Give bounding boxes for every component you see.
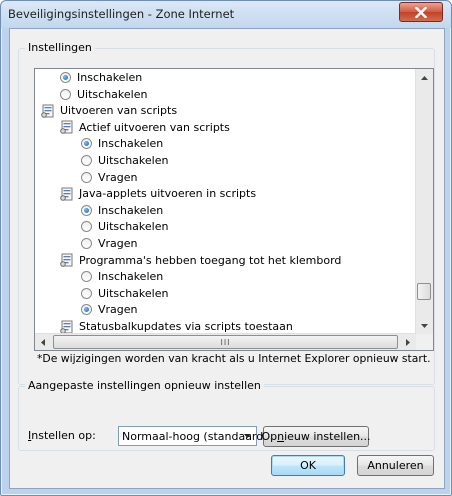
setting-option-row[interactable]: Inschakelen [81,268,163,285]
close-icon [415,6,427,18]
setting-label: Vragen [98,237,138,250]
close-button[interactable] [399,2,443,22]
setting-option-row[interactable]: Uitschakelen [81,218,168,235]
radio-unchecked[interactable] [81,155,92,166]
restart-note: *De wijzigingen worden van kracht als u … [37,352,431,365]
horizontal-scrollbar[interactable]: III [35,333,416,350]
ok-button[interactable]: OK [271,455,345,476]
radio-unchecked[interactable] [81,171,92,183]
setting-label: Inschakelen [77,71,143,84]
window-title: Beveiligingsinstellingen - Zone Internet [8,7,235,21]
scroll-left-button[interactable] [35,334,51,350]
settings-icon [41,104,54,118]
settings-icon [60,120,73,135]
setting-option-row[interactable]: Uitschakelen [81,285,168,302]
setting-category-row: Programma's hebben toegang tot het klemb… [60,252,341,269]
reset-to-label: Instellen op: [28,429,96,442]
radio-unchecked[interactable] [81,271,92,283]
scrollbar-corner [416,334,433,350]
setting-label: Programma's hebben toegang tot het klemb… [79,253,342,267]
reset-group-label: Aangepaste instellingen opnieuw instelle… [25,379,264,392]
setting-label: Java-applets uitvoeren in scripts [79,187,257,201]
setting-option-row[interactable]: Vragen [81,235,138,252]
radio-checked[interactable] [60,72,71,83]
setting-label: Uitschakelen [98,154,169,167]
cancel-button[interactable]: Annuleren [357,455,434,476]
settings-icon [60,253,73,267]
radio-checked[interactable] [81,138,92,150]
setting-option-row[interactable]: Uitschakelen [60,86,147,103]
vertical-scroll-thumb[interactable] [417,283,431,300]
setting-category-row: Uitvoeren van scripts [41,102,177,119]
setting-label: Vragen [98,303,138,317]
arrow-left-icon [41,338,45,346]
security-level-dropdown[interactable]: Normaal-hoog (standaard) [118,426,268,446]
setting-option-row[interactable]: Uitschakelen [81,152,168,169]
scroll-right-button[interactable] [400,334,416,350]
dropdown-arrow[interactable] [240,429,254,443]
setting-label: Actief uitvoeren van scripts [79,120,230,134]
setting-label: Vragen [98,170,138,184]
horizontal-scroll-thumb[interactable]: III [53,335,398,349]
setting-category-row: Statusbalkupdates via scripts toestaan [60,318,293,334]
radio-checked[interactable] [81,304,92,316]
setting-label: Inschakelen [98,137,164,151]
scroll-down-button[interactable] [416,317,433,334]
radio-checked[interactable] [81,204,92,216]
setting-option-row[interactable]: Inschakelen [81,135,163,152]
setting-label: Uitschakelen [77,87,148,101]
chevron-down-icon [243,434,251,438]
setting-label: Inschakelen [98,203,164,217]
arrow-right-icon [406,338,410,346]
reset-button[interactable]: Op n ieuw instellen... [261,426,371,447]
radio-unchecked[interactable] [60,88,71,100]
setting-label: Uitvoeren van scripts [60,104,178,118]
dialog-body: Instellingen Inschakelen Uitschakelen Uitv… [9,28,445,489]
title-bar[interactable]: Beveiligingsinstellingen - Zone Internet [1,1,451,28]
settings-tree[interactable]: Inschakelen Uitschakelen Uitvoeren van scr… [34,68,434,351]
setting-category-row: Java-applets uitvoeren in scripts [60,185,256,202]
setting-option-row[interactable]: Inschakelen [60,69,142,86]
security-settings-dialog: Beveiligingsinstellingen - Zone Internet… [0,0,452,496]
radio-unchecked[interactable] [81,221,92,233]
scroll-grip: III [220,337,231,347]
setting-option-row[interactable]: Vragen [81,169,138,186]
scroll-up-button[interactable] [416,69,433,86]
setting-label: Uitschakelen [98,286,169,300]
setting-option-row[interactable]: Inschakelen [81,202,163,219]
settings-group-label: Instellingen [25,41,95,54]
setting-label: Uitschakelen [98,220,169,234]
setting-label: Inschakelen [98,270,164,284]
setting-category-row: Actief uitvoeren van scripts [60,119,230,136]
arrow-down-icon [421,323,428,328]
radio-unchecked[interactable] [81,287,92,299]
radio-unchecked[interactable] [81,238,92,249]
settings-tree-content: Inschakelen Uitschakelen Uitvoeren van scr… [35,69,416,334]
settings-icon [60,320,73,334]
vertical-scrollbar[interactable] [415,69,433,334]
settings-icon [60,187,73,201]
setting-label: Statusbalkupdates via scripts toestaan [79,320,293,333]
setting-option-row[interactable]: Vragen [81,301,138,318]
arrow-up-icon [421,75,428,80]
